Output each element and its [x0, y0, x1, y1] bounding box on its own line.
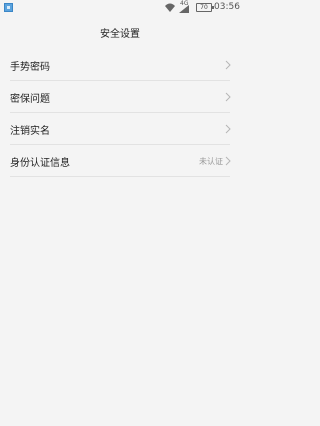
screen: 4G 70 03:56 安全设置 手势密码 密保问题 注销实名 身份认证信息 未… — [0, 0, 240, 426]
notification-app-icon — [4, 3, 13, 12]
divider — [10, 176, 230, 177]
status-clock: 03:56 — [214, 2, 240, 12]
settings-item-label: 身份认证信息 — [10, 157, 70, 169]
chevron-right-icon — [225, 156, 231, 166]
settings-list: 手势密码 密保问题 注销实名 身份认证信息 未认证 — [0, 49, 240, 177]
battery-level: 70 — [200, 4, 208, 11]
chevron-right-icon — [225, 92, 231, 102]
settings-item-security-questions[interactable]: 密保问题 — [0, 81, 240, 113]
verification-status: 未认证 — [199, 156, 223, 166]
settings-item-label: 手势密码 — [10, 61, 50, 73]
wifi-icon — [165, 3, 175, 12]
settings-item-cancel-real-name[interactable]: 注销实名 — [0, 113, 240, 145]
cell-signal-icon — [179, 5, 189, 13]
settings-item-identity-verification[interactable]: 身份认证信息 未认证 — [0, 145, 240, 177]
page-title: 安全设置 — [100, 28, 140, 40]
header: 安全设置 — [0, 16, 240, 48]
battery-icon: 70 — [196, 3, 214, 12]
status-bar: 4G 70 03:56 — [0, 0, 240, 16]
chevron-right-icon — [225, 124, 231, 134]
settings-item-label: 注销实名 — [10, 125, 50, 137]
settings-item-label: 密保问题 — [10, 93, 50, 105]
settings-item-gesture-password[interactable]: 手势密码 — [0, 49, 240, 81]
chevron-right-icon — [225, 60, 231, 70]
